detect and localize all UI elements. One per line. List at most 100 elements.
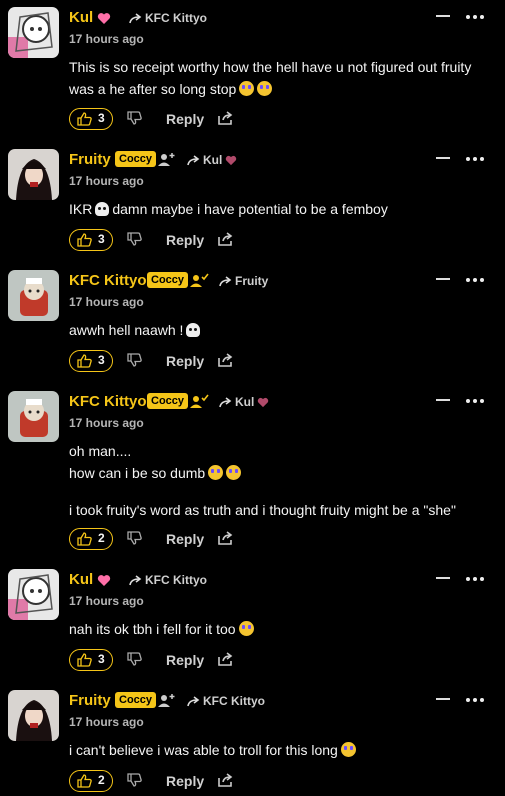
- like-button[interactable]: 3: [69, 108, 113, 130]
- like-button[interactable]: 3: [69, 649, 113, 671]
- avatar[interactable]: [8, 690, 59, 741]
- reply-to-username[interactable]: KFC Kittyo: [145, 573, 207, 587]
- like-button[interactable]: 3: [69, 350, 113, 372]
- reply-to-username[interactable]: Kul: [203, 153, 222, 167]
- comment-item: KFC Kittyo Coccy Fruity 17 hours ago aww…: [0, 270, 505, 380]
- thumbs-down-icon[interactable]: [127, 232, 142, 246]
- reply-button[interactable]: Reply: [166, 652, 204, 668]
- reply-button[interactable]: Reply: [166, 773, 204, 789]
- reply-arrow-icon: [219, 276, 232, 287]
- username[interactable]: KFC Kittyo: [69, 272, 147, 289]
- avatar[interactable]: [8, 7, 59, 58]
- thumbs-down-icon[interactable]: [127, 652, 142, 666]
- collapse-icon[interactable]: [436, 15, 450, 17]
- thumbs-up-icon: [77, 532, 92, 546]
- share-icon[interactable]: [218, 531, 234, 545]
- avatar[interactable]: [8, 270, 59, 321]
- comment-line: i can't believe i was able to troll for …: [69, 739, 356, 761]
- timestamp: 17 hours ago: [69, 174, 144, 188]
- like-count: 3: [98, 111, 105, 125]
- thumbs-up-icon: [77, 112, 92, 126]
- username[interactable]: KFC Kittyo: [69, 393, 147, 410]
- like-count: 3: [98, 353, 105, 367]
- timestamp: 17 hours ago: [69, 594, 144, 608]
- reply-button[interactable]: Reply: [166, 232, 204, 248]
- comment-item: Kul KFC Kittyo 17 hours ago nah its ok t…: [0, 569, 505, 679]
- share-icon[interactable]: [218, 232, 234, 246]
- reply-to-username[interactable]: Kul: [235, 395, 254, 409]
- avatar[interactable]: [8, 149, 59, 200]
- collapse-icon[interactable]: [436, 399, 450, 401]
- crying-emoji-icon: [238, 621, 254, 636]
- timestamp: 17 hours ago: [69, 715, 144, 729]
- comment-line: i took fruity's word as truth and i thou…: [69, 502, 456, 518]
- comment-line: awwh hell naawh !: [69, 319, 203, 341]
- collapse-icon[interactable]: [436, 577, 450, 579]
- comment-text: IKR damn maybe i have potential to be a f…: [69, 198, 388, 220]
- reply-arrow-icon: [129, 13, 142, 24]
- like-count: 3: [98, 652, 105, 666]
- thumbs-down-icon[interactable]: [127, 773, 142, 787]
- comment-text: awwh hell naawh !: [69, 319, 203, 341]
- reply-button[interactable]: Reply: [166, 353, 204, 369]
- crying-emoji-icon: [340, 742, 356, 757]
- like-count: 2: [98, 531, 105, 545]
- thumbs-up-icon: [77, 653, 92, 667]
- comment-text: i can't believe i was able to troll for …: [69, 739, 356, 761]
- skull-emoji-icon: [186, 323, 201, 337]
- reply-arrow-icon: [187, 155, 200, 166]
- share-icon[interactable]: [218, 773, 234, 787]
- username[interactable]: Kul: [69, 571, 93, 588]
- role-badge: Coccy: [147, 393, 189, 409]
- avatar[interactable]: [8, 569, 59, 620]
- user-check-icon: [190, 394, 209, 408]
- comment-item: Fruity Coccy KFC Kittyo 17 hours ago i c…: [0, 690, 505, 796]
- skull-emoji-icon: [95, 202, 110, 216]
- like-button[interactable]: 3: [69, 229, 113, 251]
- user-check-icon: [190, 273, 209, 287]
- share-icon[interactable]: [218, 652, 234, 666]
- share-icon[interactable]: [218, 353, 234, 367]
- comment-line: oh man....: [69, 443, 132, 459]
- reply-button[interactable]: Reply: [166, 531, 204, 547]
- comment-text: oh man.... how can i be so dumb i took f…: [69, 440, 456, 521]
- timestamp: 17 hours ago: [69, 295, 144, 309]
- user-plus-icon: [158, 153, 175, 166]
- heart-icon: [257, 397, 269, 408]
- collapse-icon[interactable]: [436, 157, 450, 159]
- like-button[interactable]: 2: [69, 770, 113, 792]
- comment-text: nah its ok tbh i fell for it too: [69, 618, 254, 640]
- comment-line: This is so receipt worthy how the hell h…: [69, 59, 472, 75]
- role-badge: Coccy: [115, 692, 157, 708]
- user-plus-icon: [158, 694, 175, 707]
- comment-item: Kul KFC Kittyo 17 hours ago This is so r…: [0, 7, 505, 132]
- collapse-icon[interactable]: [436, 278, 450, 280]
- heart-icon: [225, 155, 237, 166]
- thumbs-down-icon[interactable]: [127, 111, 142, 125]
- comment-line: was a he after so long stop: [69, 78, 471, 100]
- comment-item: KFC Kittyo Coccy Kul 17 hours ago oh man…: [0, 391, 505, 561]
- like-button[interactable]: 2: [69, 528, 113, 550]
- crying-emoji-icon: [239, 81, 255, 96]
- username[interactable]: Fruity: [69, 692, 111, 709]
- crying-emoji-icon: [208, 465, 224, 480]
- reply-to-username[interactable]: Fruity: [235, 274, 268, 288]
- comment-item: Fruity Coccy Kul 17 hours ago IKR damn ma…: [0, 149, 505, 259]
- reply-button[interactable]: Reply: [166, 111, 204, 127]
- collapse-icon[interactable]: [436, 698, 450, 700]
- thumbs-down-icon[interactable]: [127, 353, 142, 367]
- crying-emoji-icon: [257, 81, 273, 96]
- reply-to-username[interactable]: KFC Kittyo: [203, 694, 265, 708]
- heart-icon: [97, 13, 111, 24]
- timestamp: 17 hours ago: [69, 32, 144, 46]
- share-icon[interactable]: [218, 111, 234, 125]
- username[interactable]: Fruity: [69, 151, 111, 168]
- username[interactable]: Kul: [69, 9, 93, 26]
- thumbs-up-icon: [77, 774, 92, 788]
- heart-icon: [97, 575, 111, 586]
- thumbs-down-icon[interactable]: [127, 531, 142, 545]
- comment-line: IKR damn maybe i have potential to be a f…: [69, 201, 388, 217]
- reply-to-username[interactable]: KFC Kittyo: [145, 11, 207, 25]
- avatar[interactable]: [8, 391, 59, 442]
- like-count: 3: [98, 232, 105, 246]
